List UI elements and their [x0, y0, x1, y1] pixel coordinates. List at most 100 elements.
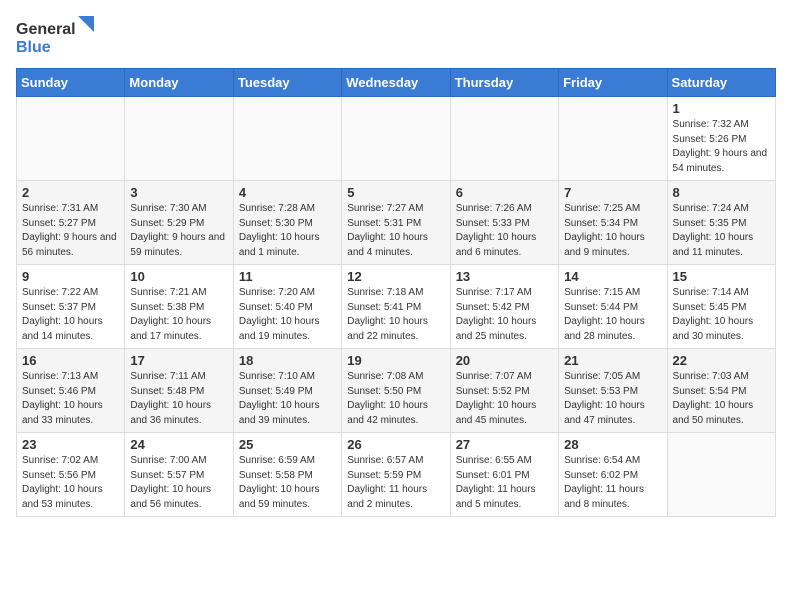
day-number: 5: [347, 185, 444, 200]
day-info: Sunrise: 7:00 AM Sunset: 5:57 PM Dayligh…: [130, 454, 227, 512]
day-info: Sunrise: 7:24 AM Sunset: 5:35 PM Dayligh…: [673, 202, 770, 260]
day-cell: 15Sunrise: 7:14 AM Sunset: 5:45 PM Dayli…: [667, 265, 775, 349]
day-number: 12: [347, 269, 444, 284]
weekday-header-saturday: Saturday: [667, 69, 775, 97]
day-cell: 23 Sunrise: 7:02 AM Sunset: 5:56 PM Dayli…: [17, 433, 125, 517]
day-cell: [17, 97, 125, 181]
day-number: 2: [22, 185, 119, 200]
day-number: 3: [130, 185, 227, 200]
day-cell: 11 Sunrise: 7:20 AM Sunset: 5:40 PM Dayli…: [233, 265, 341, 349]
day-info: Sunrise: 7:05 AM Sunset: 5:53 PM Dayligh…: [564, 370, 661, 428]
day-number: 11: [239, 269, 336, 284]
day-info: Sunrise: 6:59 AM Sunset: 5:58 PM Dayligh…: [239, 454, 336, 512]
day-cell: [559, 97, 667, 181]
day-cell: 26 Sunrise: 6:57 AM Sunset: 5:59 PM Dayli…: [342, 433, 450, 517]
day-cell: 4 Sunrise: 7:28 AM Sunset: 5:30 PM Daylig…: [233, 181, 341, 265]
day-number: 20: [456, 353, 553, 368]
day-number: 8: [673, 185, 770, 200]
week-row-3: 9Sunrise: 7:22 AM Sunset: 5:37 PM Daylig…: [17, 265, 776, 349]
day-cell: [450, 97, 558, 181]
day-info: Sunrise: 7:07 AM Sunset: 5:52 PM Dayligh…: [456, 370, 553, 428]
day-cell: 27 Sunrise: 6:55 AM Sunset: 6:01 PM Dayli…: [450, 433, 558, 517]
day-info: Sunrise: 7:10 AM Sunset: 5:49 PM Dayligh…: [239, 370, 336, 428]
week-row-4: 16Sunrise: 7:13 AM Sunset: 5:46 PM Dayli…: [17, 349, 776, 433]
day-number: 18: [239, 353, 336, 368]
day-info: Sunrise: 7:22 AM Sunset: 5:37 PM Dayligh…: [22, 286, 119, 344]
weekday-header-wednesday: Wednesday: [342, 69, 450, 97]
day-info: Sunrise: 7:20 AM Sunset: 5:40 PM Dayligh…: [239, 286, 336, 344]
day-info: Sunrise: 6:57 AM Sunset: 5:59 PM Dayligh…: [347, 454, 444, 512]
day-info: Sunrise: 7:21 AM Sunset: 5:38 PM Dayligh…: [130, 286, 227, 344]
day-number: 1: [673, 101, 770, 116]
day-info: Sunrise: 7:17 AM Sunset: 5:42 PM Dayligh…: [456, 286, 553, 344]
day-number: 10: [130, 269, 227, 284]
day-cell: [667, 433, 775, 517]
day-info: Sunrise: 7:03 AM Sunset: 5:54 PM Dayligh…: [673, 370, 770, 428]
day-cell: [233, 97, 341, 181]
weekday-header-row: SundayMondayTuesdayWednesdayThursdayFrid…: [17, 69, 776, 97]
day-info: Sunrise: 7:18 AM Sunset: 5:41 PM Dayligh…: [347, 286, 444, 344]
day-info: Sunrise: 6:55 AM Sunset: 6:01 PM Dayligh…: [456, 454, 553, 512]
logo: GeneralBlue: [16, 16, 96, 60]
day-cell: 10 Sunrise: 7:21 AM Sunset: 5:38 PM Dayli…: [125, 265, 233, 349]
day-number: 14: [564, 269, 661, 284]
day-info: Sunrise: 7:02 AM Sunset: 5:56 PM Dayligh…: [22, 454, 119, 512]
day-cell: 28Sunrise: 6:54 AM Sunset: 6:02 PM Dayli…: [559, 433, 667, 517]
day-cell: [342, 97, 450, 181]
day-cell: 21 Sunrise: 7:05 AM Sunset: 5:53 PM Dayli…: [559, 349, 667, 433]
day-cell: 22 Sunrise: 7:03 AM Sunset: 5:54 PM Dayli…: [667, 349, 775, 433]
day-info: Sunrise: 7:27 AM Sunset: 5:31 PM Dayligh…: [347, 202, 444, 260]
day-info: Sunrise: 7:11 AM Sunset: 5:48 PM Dayligh…: [130, 370, 227, 428]
day-info: Sunrise: 7:30 AM Sunset: 5:29 PM Dayligh…: [130, 202, 227, 260]
weekday-header-thursday: Thursday: [450, 69, 558, 97]
day-cell: 2 Sunrise: 7:31 AM Sunset: 5:27 PM Daylig…: [17, 181, 125, 265]
day-cell: 19 Sunrise: 7:08 AM Sunset: 5:50 PM Dayli…: [342, 349, 450, 433]
svg-text:General: General: [16, 21, 76, 38]
day-info: Sunrise: 7:26 AM Sunset: 5:33 PM Dayligh…: [456, 202, 553, 260]
day-cell: 14 Sunrise: 7:15 AM Sunset: 5:44 PM Dayli…: [559, 265, 667, 349]
day-cell: 3 Sunrise: 7:30 AM Sunset: 5:29 PM Daylig…: [125, 181, 233, 265]
weekday-header-tuesday: Tuesday: [233, 69, 341, 97]
day-number: 19: [347, 353, 444, 368]
day-cell: 17 Sunrise: 7:11 AM Sunset: 5:48 PM Dayli…: [125, 349, 233, 433]
day-cell: 7 Sunrise: 7:25 AM Sunset: 5:34 PM Daylig…: [559, 181, 667, 265]
day-cell: [125, 97, 233, 181]
day-cell: 8 Sunrise: 7:24 AM Sunset: 5:35 PM Daylig…: [667, 181, 775, 265]
day-number: 4: [239, 185, 336, 200]
day-number: 15: [673, 269, 770, 284]
day-number: 28: [564, 437, 661, 452]
day-cell: 1Sunrise: 7:32 AM Sunset: 5:26 PM Daylig…: [667, 97, 775, 181]
day-number: 26: [347, 437, 444, 452]
day-cell: 6 Sunrise: 7:26 AM Sunset: 5:33 PM Daylig…: [450, 181, 558, 265]
day-cell: 12 Sunrise: 7:18 AM Sunset: 5:41 PM Dayli…: [342, 265, 450, 349]
day-cell: 20 Sunrise: 7:07 AM Sunset: 5:52 PM Dayli…: [450, 349, 558, 433]
day-info: Sunrise: 7:31 AM Sunset: 5:27 PM Dayligh…: [22, 202, 119, 260]
weekday-header-monday: Monday: [125, 69, 233, 97]
svg-text:Blue: Blue: [16, 39, 51, 56]
weekday-header-sunday: Sunday: [17, 69, 125, 97]
day-number: 21: [564, 353, 661, 368]
week-row-2: 2 Sunrise: 7:31 AM Sunset: 5:27 PM Daylig…: [17, 181, 776, 265]
day-number: 6: [456, 185, 553, 200]
day-cell: 25 Sunrise: 6:59 AM Sunset: 5:58 PM Dayli…: [233, 433, 341, 517]
day-number: 7: [564, 185, 661, 200]
day-number: 13: [456, 269, 553, 284]
day-info: Sunrise: 7:15 AM Sunset: 5:44 PM Dayligh…: [564, 286, 661, 344]
day-number: 24: [130, 437, 227, 452]
day-info: Sunrise: 7:08 AM Sunset: 5:50 PM Dayligh…: [347, 370, 444, 428]
day-number: 25: [239, 437, 336, 452]
day-info: Sunrise: 7:13 AM Sunset: 5:46 PM Dayligh…: [22, 370, 119, 428]
weekday-header-friday: Friday: [559, 69, 667, 97]
day-number: 27: [456, 437, 553, 452]
day-info: Sunrise: 7:25 AM Sunset: 5:34 PM Dayligh…: [564, 202, 661, 260]
day-cell: 24 Sunrise: 7:00 AM Sunset: 5:57 PM Dayli…: [125, 433, 233, 517]
day-cell: 18 Sunrise: 7:10 AM Sunset: 5:49 PM Dayli…: [233, 349, 341, 433]
day-number: 22: [673, 353, 770, 368]
day-cell: 9Sunrise: 7:22 AM Sunset: 5:37 PM Daylig…: [17, 265, 125, 349]
day-cell: 5 Sunrise: 7:27 AM Sunset: 5:31 PM Daylig…: [342, 181, 450, 265]
day-cell: 13 Sunrise: 7:17 AM Sunset: 5:42 PM Dayli…: [450, 265, 558, 349]
header: GeneralBlue: [16, 16, 776, 60]
day-info: Sunrise: 7:28 AM Sunset: 5:30 PM Dayligh…: [239, 202, 336, 260]
day-number: 23: [22, 437, 119, 452]
day-number: 17: [130, 353, 227, 368]
